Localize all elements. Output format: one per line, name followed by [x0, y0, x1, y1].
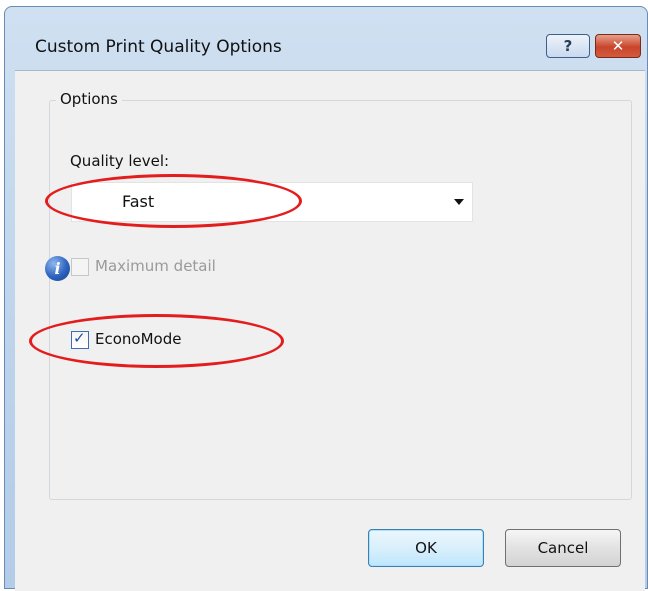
info-icon: i [45, 256, 70, 281]
quality-level-label: Quality level: [70, 152, 170, 170]
dropdown-arrow-icon [454, 199, 464, 205]
maximum-detail-checkbox[interactable] [71, 258, 89, 276]
dialog-body: Options Quality level: Fast i Maximum de… [15, 70, 645, 591]
close-icon: ✕ [611, 37, 625, 55]
maximum-detail-label: Maximum detail [95, 257, 216, 275]
ok-button[interactable]: OK [368, 529, 484, 567]
quality-level-value: Fast [122, 192, 155, 211]
close-button[interactable]: ✕ [595, 34, 641, 58]
help-button[interactable]: ? [546, 34, 590, 58]
econo-mode-checkbox[interactable]: ✓ [71, 329, 89, 349]
dialog-window: Custom Print Quality Options ? ✕ Options… [4, 6, 648, 591]
checkmark-icon: ✓ [73, 329, 86, 347]
options-group-label: Options [56, 90, 122, 108]
quality-level-dropdown[interactable]: Fast [71, 182, 473, 222]
window-title: Custom Print Quality Options [35, 37, 282, 57]
econo-mode-label: EconoMode [95, 330, 182, 348]
cancel-button[interactable]: Cancel [505, 529, 621, 567]
